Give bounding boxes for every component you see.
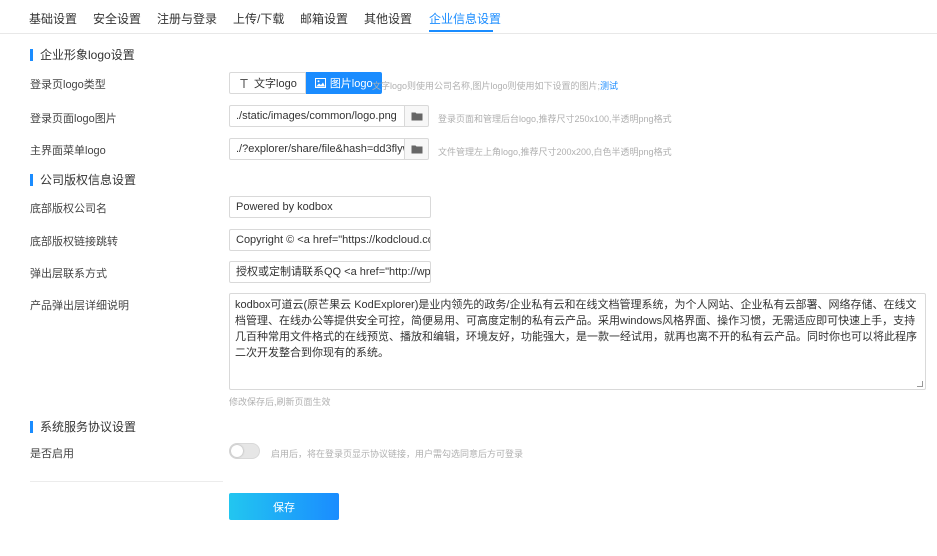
tab-basic[interactable]: 基础设置 xyxy=(29,10,77,27)
section-accent-bar xyxy=(30,420,33,433)
active-tab-indicator xyxy=(429,30,493,32)
label-login-logo-type: 登录页logo类型 xyxy=(30,79,106,91)
company-name-input[interactable]: Powered by kodbox xyxy=(229,196,431,218)
section-accent-bar xyxy=(30,173,33,186)
image-icon xyxy=(314,78,326,88)
tab-email[interactable]: 邮箱设置 xyxy=(300,10,348,27)
test-link[interactable]: 测试 xyxy=(600,81,618,91)
login-logo-image-input[interactable]: ./static/images/common/logo.png xyxy=(229,105,405,127)
section-title-text: 系统服务协议设置 xyxy=(40,420,137,434)
section-title-agreement: 系统服务协议设置 xyxy=(30,418,136,435)
text-t-icon: Ｔ xyxy=(238,76,251,91)
option-image-logo[interactable]: 图片logo xyxy=(305,72,382,94)
label-company-name: 底部版权公司名 xyxy=(30,203,107,215)
browse-menu-logo-button[interactable] xyxy=(405,138,429,160)
hint-menu-logo: 文件管理左上角logo,推荐尺寸200x200,白色半透明png格式 xyxy=(438,147,672,157)
product-detail-textarea[interactable]: kodbox可道云(原芒果云 KodExplorer)是业内领先的政务/企业私有… xyxy=(229,293,926,390)
section-title-text: 企业形象logo设置 xyxy=(40,48,135,62)
label-enable-agreement: 是否启用 xyxy=(30,448,74,460)
contact-input[interactable]: 授权或定制请联系QQ <a href="http://wpa.qq. xyxy=(229,261,431,283)
product-detail-text: kodbox可道云(原芒果云 KodExplorer)是业内领先的政务/企业私有… xyxy=(235,299,917,359)
save-button[interactable]: 保存 xyxy=(229,493,339,520)
section-title-logo: 企业形象logo设置 xyxy=(30,46,135,63)
section-title-copyright: 公司版权信息设置 xyxy=(30,171,136,188)
folder-icon xyxy=(411,144,423,154)
browse-login-logo-button[interactable] xyxy=(405,105,429,127)
menu-logo-input[interactable]: ./?explorer/share/file&hash=dd3flywDx xyxy=(229,138,405,160)
section-title-text: 公司版权信息设置 xyxy=(40,173,137,187)
tab-enterprise-info[interactable]: 企业信息设置 xyxy=(429,10,501,27)
resize-handle[interactable] xyxy=(917,381,923,387)
option-text-logo[interactable]: Ｔ 文字logo xyxy=(229,72,306,94)
label-contact: 弹出层联系方式 xyxy=(30,268,107,280)
folder-icon xyxy=(411,111,423,121)
label-login-logo-image: 登录页面logo图片 xyxy=(30,113,117,125)
hint-logo-type-text: 文字logo则使用公司名称,图片logo则使用如下设置的图片; xyxy=(372,81,601,91)
logo-type-selector: Ｔ 文字logo 图片logo xyxy=(229,72,382,94)
settings-tabs: 基础设置 安全设置 注册与登录 上传/下载 邮箱设置 其他设置 企业信息设置 xyxy=(0,0,937,34)
tab-upload-download[interactable]: 上传/下载 xyxy=(233,10,284,27)
hint-logo-type: 文字logo则使用公司名称,图片logo则使用如下设置的图片;测试 xyxy=(372,79,618,92)
toggle-knob xyxy=(231,445,243,457)
label-product-detail: 产品弹出层详细说明 xyxy=(30,300,129,312)
tab-other[interactable]: 其他设置 xyxy=(364,10,412,27)
enable-agreement-toggle[interactable] xyxy=(229,443,260,459)
hint-login-logo-image: 登录页面和管理后台logo,推荐尺寸250x100,半透明png格式 xyxy=(438,114,672,124)
section-accent-bar xyxy=(30,48,33,61)
option-image-logo-label: 图片logo xyxy=(329,78,373,90)
copyright-link-input[interactable]: Copyright © <a href="https://kodcloud.co… xyxy=(229,229,431,251)
tab-security[interactable]: 安全设置 xyxy=(93,10,141,27)
tab-register-login[interactable]: 注册与登录 xyxy=(157,10,217,27)
option-text-logo-label: 文字logo xyxy=(254,78,297,90)
hint-product-detail: 修改保存后,刷新页面生效 xyxy=(229,397,331,407)
label-menu-logo: 主界面菜单logo xyxy=(30,145,106,157)
label-copyright-link: 底部版权链接跳转 xyxy=(30,236,118,248)
divider xyxy=(30,481,223,482)
hint-enable-agreement: 启用后，将在登录页显示协议链接，用户需勾选同意后方可登录 xyxy=(271,449,524,459)
